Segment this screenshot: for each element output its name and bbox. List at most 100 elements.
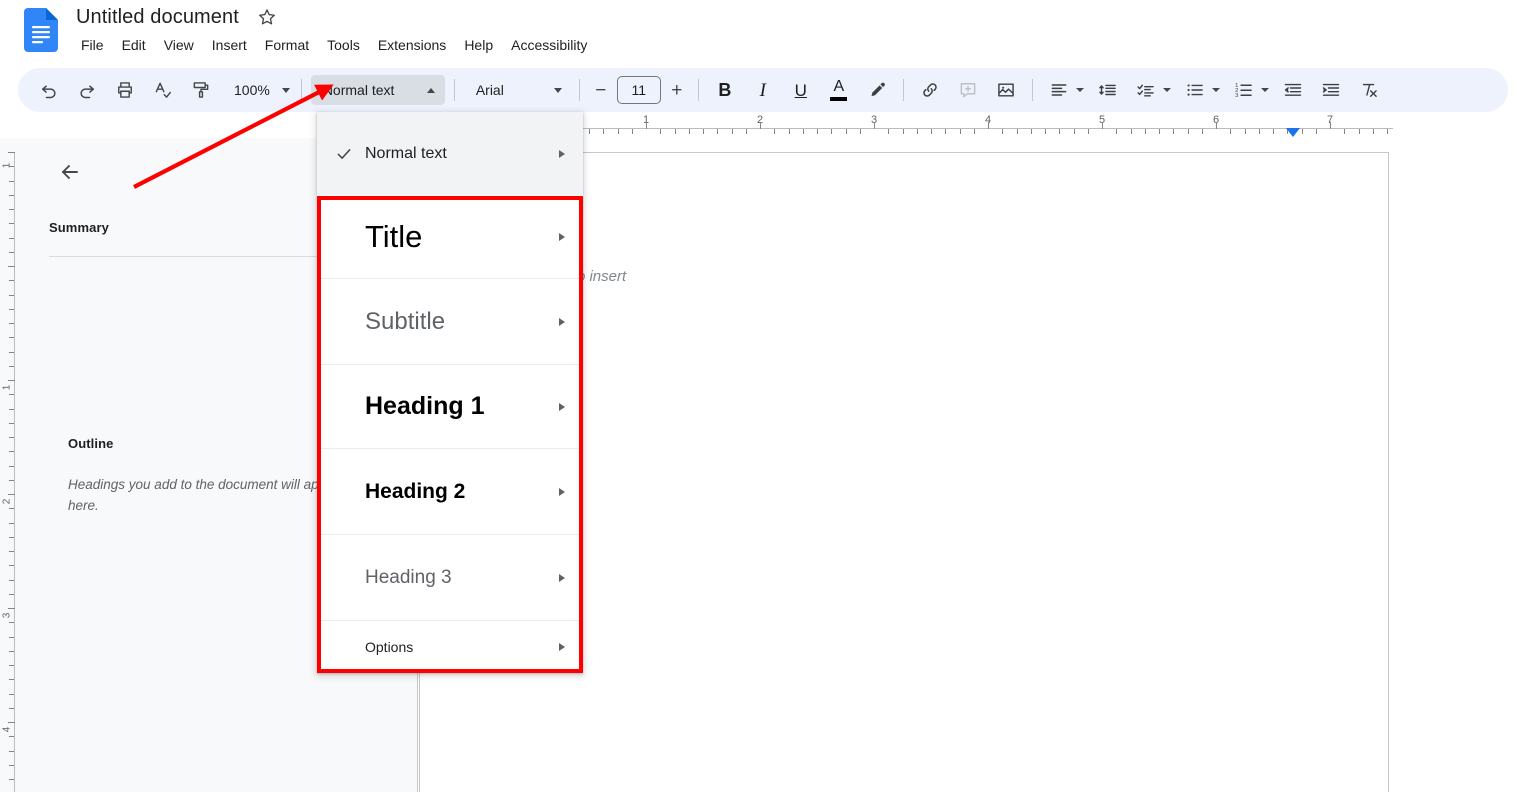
font-family-value: Arial: [475, 82, 504, 98]
document-title[interactable]: Untitled document: [72, 2, 243, 32]
increase-indent-icon[interactable]: [1315, 74, 1347, 106]
undo-icon[interactable]: [33, 74, 65, 106]
toolbar-divider: [697, 79, 699, 101]
toolbar-divider: [300, 79, 302, 101]
svg-text:3: 3: [1235, 93, 1238, 99]
outline-label: Outline: [68, 436, 114, 451]
text-color-label: A: [833, 78, 845, 96]
menu-item-format[interactable]: Format: [256, 32, 318, 58]
style-dropdown-button[interactable]: Normal text: [310, 75, 445, 105]
numbered-list-icon: 1 2 3: [1228, 74, 1260, 106]
chevron-right-icon: [559, 317, 565, 326]
increase-font-size-button[interactable]: +: [663, 76, 691, 104]
bulleted-list-icon: [1179, 74, 1211, 106]
chevron-down-icon: [281, 87, 290, 93]
document-title-row: Untitled document: [72, 2, 277, 32]
back-arrow-icon[interactable]: [50, 152, 90, 192]
star-outline-icon[interactable]: [257, 7, 277, 27]
menu-item-extensions[interactable]: Extensions: [369, 32, 455, 58]
toolbar-divider: [902, 79, 904, 101]
chevron-down-icon: [553, 87, 562, 93]
bold-button[interactable]: B: [709, 74, 741, 106]
toolbar-divider: [578, 79, 580, 101]
text-color-swatch: [830, 97, 848, 101]
chevron-right-icon: [559, 232, 565, 241]
checklist-selector[interactable]: [1128, 74, 1175, 106]
text-color-button[interactable]: A: [823, 74, 855, 106]
underline-label: U: [794, 80, 807, 100]
style-menu-label: Heading 2: [365, 479, 466, 503]
horizontal-ruler[interactable]: 1 2 3 4 5 6 7: [20, 114, 1517, 138]
spellcheck-icon[interactable]: [147, 74, 179, 106]
text-align-left-icon: [1043, 74, 1075, 106]
top-bar: Untitled document File Edit View Insert …: [0, 0, 1517, 64]
style-menu: Normal text Title Subtitle Heading 1 Hea…: [317, 112, 583, 673]
style-menu-label: Heading 3: [365, 566, 452, 588]
style-menu-item-options[interactable]: Options: [317, 621, 583, 673]
line-spacing-icon[interactable]: [1092, 74, 1124, 106]
font-size-controls: − 11 +: [587, 76, 691, 104]
vruler-number: 4: [1, 726, 13, 733]
highlight-pen-icon[interactable]: [861, 74, 893, 106]
vruler-number: 1: [1, 162, 13, 169]
menu-item-help[interactable]: Help: [455, 32, 502, 58]
style-menu-item-heading-3[interactable]: Heading 3: [317, 535, 583, 621]
menu-item-file[interactable]: File: [72, 32, 113, 58]
vruler-number: 1: [1, 384, 13, 391]
menu-item-insert[interactable]: Insert: [203, 32, 256, 58]
formatting-toolbar: 100% Normal text Arial − 11 + B I U A 1 …: [18, 68, 1508, 112]
chevron-right-icon: [559, 573, 565, 582]
vruler-number: 2: [1, 498, 13, 505]
chevron-right-icon: [559, 487, 565, 496]
chevron-right-icon: [559, 643, 565, 651]
underline-button[interactable]: U: [785, 74, 817, 106]
zoom-level-value: 100%: [234, 82, 270, 98]
style-menu-item-heading-2[interactable]: Heading 2: [317, 449, 583, 535]
print-icon[interactable]: [109, 74, 141, 106]
document-body[interactable]: Type @ to insert: [517, 268, 1293, 286]
right-indent-marker[interactable]: [1286, 128, 1300, 137]
google-docs-icon[interactable]: [24, 8, 58, 52]
text-align-selector[interactable]: [1041, 74, 1088, 106]
style-menu-label: Heading 1: [365, 392, 485, 420]
insert-link-icon[interactable]: [914, 74, 946, 106]
chevron-right-icon: [559, 402, 565, 411]
paint-format-icon[interactable]: [185, 74, 217, 106]
toolbar-divider: [1031, 79, 1033, 101]
chevron-down-icon: [1211, 88, 1220, 92]
style-menu-item-title[interactable]: Title: [317, 195, 583, 279]
menu-item-view[interactable]: View: [155, 32, 203, 58]
bold-label: B: [718, 80, 732, 100]
style-menu-item-heading-1[interactable]: Heading 1: [317, 365, 583, 449]
style-menu-item-normal-text[interactable]: Normal text: [317, 112, 583, 195]
document-canvas: Type @ to insert: [419, 138, 1517, 792]
style-dropdown-value: Normal text: [322, 82, 395, 98]
chevron-down-icon: [1162, 88, 1171, 92]
style-menu-label: Subtitle: [365, 307, 446, 335]
font-size-input[interactable]: 11: [616, 76, 661, 104]
chevron-down-icon: [1075, 88, 1084, 92]
numbered-list-selector[interactable]: 1 2 3: [1226, 74, 1273, 106]
menu-item-edit[interactable]: Edit: [113, 32, 155, 58]
insert-image-icon[interactable]: [990, 74, 1022, 106]
font-family-selector[interactable]: Arial: [464, 74, 570, 106]
style-menu-label: Normal text: [365, 144, 447, 162]
bulleted-list-selector[interactable]: [1177, 74, 1224, 106]
menu-item-accessibility[interactable]: Accessibility: [502, 32, 596, 58]
redo-icon[interactable]: [71, 74, 103, 106]
chevron-down-icon: [1260, 88, 1269, 92]
vertical-ruler[interactable]: 1 1 2 3 4: [0, 138, 20, 792]
style-menu-label: Options: [365, 639, 414, 655]
menu-item-tools[interactable]: Tools: [318, 32, 369, 58]
style-menu-item-subtitle[interactable]: Subtitle: [317, 279, 583, 365]
italic-label: I: [759, 79, 766, 101]
checklist-icon: [1130, 74, 1162, 106]
decrease-indent-icon[interactable]: [1277, 74, 1309, 106]
toolbar-divider: [453, 79, 455, 101]
clear-formatting-icon[interactable]: [1353, 74, 1385, 106]
zoom-level-selector[interactable]: 100%: [224, 74, 294, 106]
add-comment-icon[interactable]: [952, 74, 984, 106]
chevron-up-icon: [426, 87, 435, 93]
decrease-font-size-button[interactable]: −: [587, 76, 615, 104]
italic-button[interactable]: I: [747, 74, 779, 106]
